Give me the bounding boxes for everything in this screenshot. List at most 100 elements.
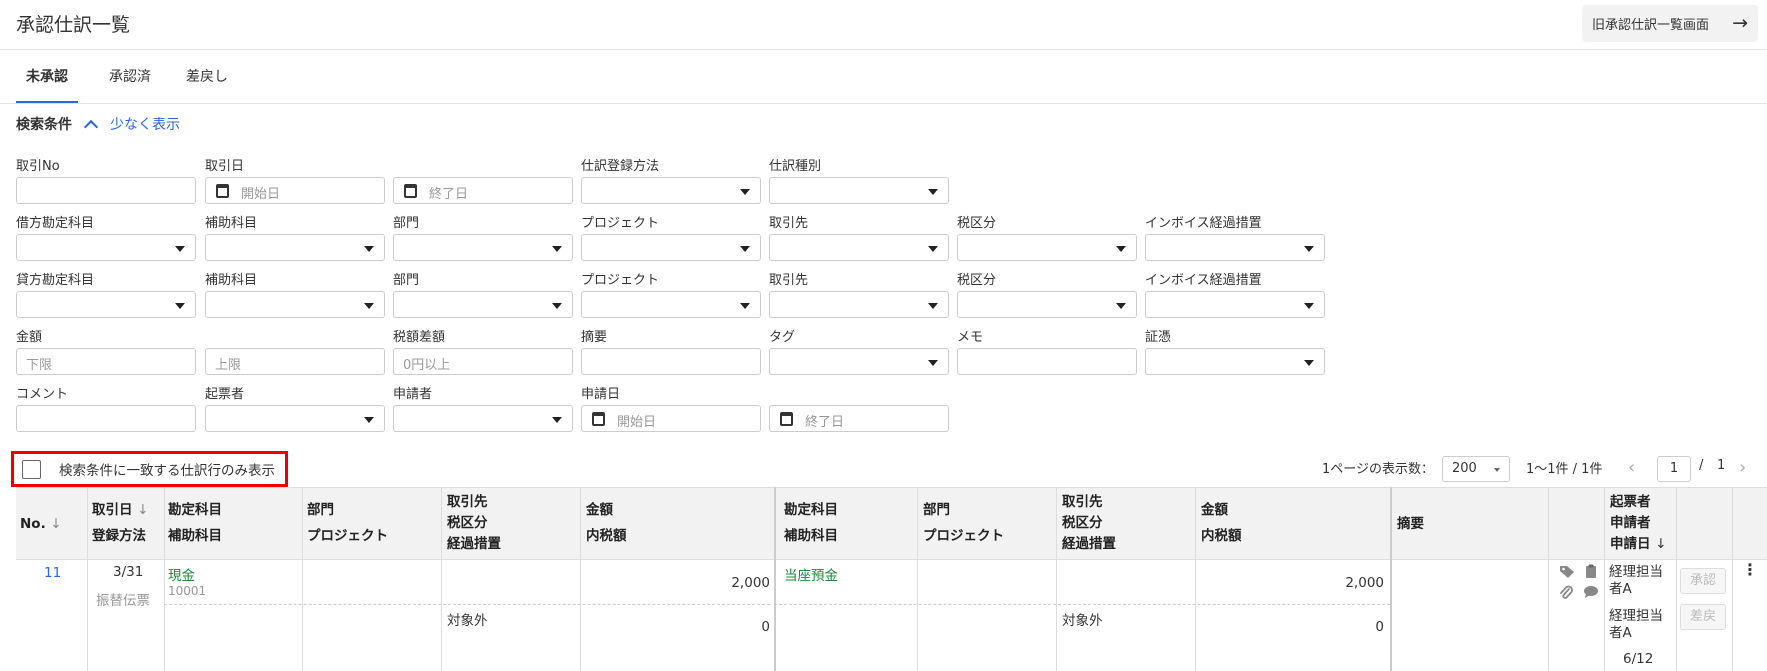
comment-icon[interactable] xyxy=(1583,585,1599,599)
debit-project-select[interactable] xyxy=(581,234,761,261)
application-date-end-input[interactable]: 終了日 xyxy=(769,405,949,432)
matching-rows-checkbox[interactable] xyxy=(22,459,41,479)
label-credit-account: 貸方勘定科目 xyxy=(16,273,95,288)
column-divider xyxy=(774,487,776,671)
credit-project-select[interactable] xyxy=(581,291,761,318)
credit-sub-account-select[interactable] xyxy=(205,291,385,318)
credit-tax-category-select[interactable] xyxy=(957,291,1137,318)
tab-unapproved[interactable]: 未承認 xyxy=(16,66,78,103)
label-tax-diff: 税額差額 xyxy=(393,330,446,345)
row-method: 振替伝票 xyxy=(96,593,150,609)
transaction-date-end-input[interactable]: 終了日 xyxy=(393,177,573,204)
sort-down-icon: ↓ xyxy=(50,516,62,532)
per-page-select[interactable]: 200 xyxy=(1442,456,1510,482)
header-debit-project: プロジェクト xyxy=(307,528,388,544)
show-less-link[interactable]: 少なく表示 xyxy=(110,114,180,134)
label-credit-tax-category: 税区分 xyxy=(957,273,997,288)
current-page-input[interactable]: 1 xyxy=(1657,456,1691,482)
status-tabs: 未承認 承認済 差戻し xyxy=(0,51,1767,104)
memo-input[interactable] xyxy=(957,348,1137,375)
comment-input[interactable] xyxy=(16,405,196,432)
header-credit-project: プロジェクト xyxy=(923,528,1004,544)
credit-invoice-measure-select[interactable] xyxy=(1145,291,1325,318)
label-comment: コメント xyxy=(16,387,69,402)
header-date[interactable]: 取引日 ↓ xyxy=(92,498,149,523)
header-app-date[interactable]: 申請日 ↓ xyxy=(1610,532,1667,557)
application-date-start-input[interactable]: 開始日 xyxy=(581,405,761,432)
header-app-date-label: 申請日 xyxy=(1610,536,1651,552)
column-divider xyxy=(1390,487,1392,671)
dropdown-arrow-icon xyxy=(1494,468,1500,472)
dropdown-arrow-icon xyxy=(1116,303,1126,309)
dropdown-arrow-icon xyxy=(740,189,750,195)
journal-type-select[interactable] xyxy=(769,177,949,204)
debit-department-select[interactable] xyxy=(393,234,573,261)
credit-department-select[interactable] xyxy=(393,291,573,318)
chevron-up-icon[interactable] xyxy=(83,119,99,135)
applicant-select[interactable] xyxy=(393,405,573,432)
row-divider xyxy=(164,604,770,605)
dropdown-arrow-icon xyxy=(740,303,750,309)
header-no[interactable]: No. ↓ xyxy=(20,512,62,537)
dropdown-arrow-icon xyxy=(928,189,938,195)
next-page-icon[interactable]: › xyxy=(1739,457,1746,478)
label-journal-type: 仕訳種別 xyxy=(769,159,822,174)
tag-select[interactable] xyxy=(769,348,949,375)
amount-min-input[interactable]: 下限 xyxy=(16,348,196,375)
dropdown-arrow-icon xyxy=(1116,246,1126,252)
row-debit-tax: 0 xyxy=(761,619,770,635)
amount-max-input[interactable]: 上限 xyxy=(205,348,385,375)
debit-tax-category-select[interactable] xyxy=(957,234,1137,261)
memo-icon[interactable] xyxy=(1585,564,1597,579)
dropdown-arrow-icon xyxy=(552,246,562,252)
drafter-select[interactable] xyxy=(205,405,385,432)
more-menu-icon[interactable]: ⋮ xyxy=(1742,562,1758,578)
row-debit-tax-category: 対象外 xyxy=(447,613,488,629)
label-evidence: 証憑 xyxy=(1145,330,1172,345)
paperclip-icon[interactable] xyxy=(1559,585,1573,600)
credit-account-select[interactable] xyxy=(16,291,196,318)
debit-account-select[interactable] xyxy=(16,234,196,261)
header-credit-department: 部門 xyxy=(923,502,950,518)
tab-approved[interactable]: 承認済 xyxy=(109,66,151,103)
tab-rejected[interactable]: 差戻し xyxy=(186,66,228,103)
credit-partner-select[interactable] xyxy=(769,291,949,318)
transaction-date-start-input[interactable]: 開始日 xyxy=(205,177,385,204)
dropdown-arrow-icon xyxy=(364,303,374,309)
total-pages: 1 xyxy=(1717,458,1726,473)
evidence-select[interactable] xyxy=(1145,348,1325,375)
reject-button[interactable]: 差戻 xyxy=(1680,604,1726,630)
approve-button[interactable]: 承認 xyxy=(1680,568,1726,594)
registration-method-select[interactable] xyxy=(581,177,761,204)
tax-diff-input[interactable]: 0円以上 xyxy=(393,348,573,375)
debit-invoice-measure-select[interactable] xyxy=(1145,234,1325,261)
old-approval-list-button[interactable]: 旧承認仕訳一覧画面 → xyxy=(1582,5,1758,42)
row-no-link[interactable]: 11 xyxy=(44,565,61,581)
summary-input[interactable] xyxy=(581,348,761,375)
header-debit-account: 勘定科目 xyxy=(168,502,222,518)
label-debit-partner: 取引先 xyxy=(769,216,809,231)
header-credit-amount: 金額 xyxy=(1201,502,1228,518)
header-credit-measure: 経過措置 xyxy=(1062,536,1116,552)
column-divider xyxy=(1676,487,1677,671)
column-divider xyxy=(1604,487,1605,671)
matching-rows-only-toggle[interactable]: 検索条件に一致する仕訳行のみ表示 xyxy=(11,451,288,487)
transaction-no-input[interactable] xyxy=(16,177,196,204)
debit-sub-account-select[interactable] xyxy=(205,234,385,261)
dropdown-arrow-icon xyxy=(1304,246,1314,252)
search-condition-title: 検索条件 xyxy=(16,117,72,133)
row-credit-account: 当座預金 xyxy=(784,568,838,584)
date-end-placeholder: 終了日 xyxy=(429,187,469,202)
header-debit-sub-account: 補助科目 xyxy=(168,528,222,544)
tag-icon[interactable] xyxy=(1559,565,1575,579)
prev-page-icon[interactable]: ‹ xyxy=(1628,457,1635,478)
label-credit-department: 部門 xyxy=(393,273,420,288)
header-date-label: 取引日 xyxy=(92,502,133,518)
header-debit-tax-included: 内税額 xyxy=(586,528,627,544)
row-credit-tax: 0 xyxy=(1375,619,1384,635)
column-divider xyxy=(164,487,165,671)
header-debit-amount: 金額 xyxy=(586,502,613,518)
debit-partner-select[interactable] xyxy=(769,234,949,261)
label-drafter: 起票者 xyxy=(205,387,245,402)
dropdown-arrow-icon xyxy=(1304,360,1314,366)
